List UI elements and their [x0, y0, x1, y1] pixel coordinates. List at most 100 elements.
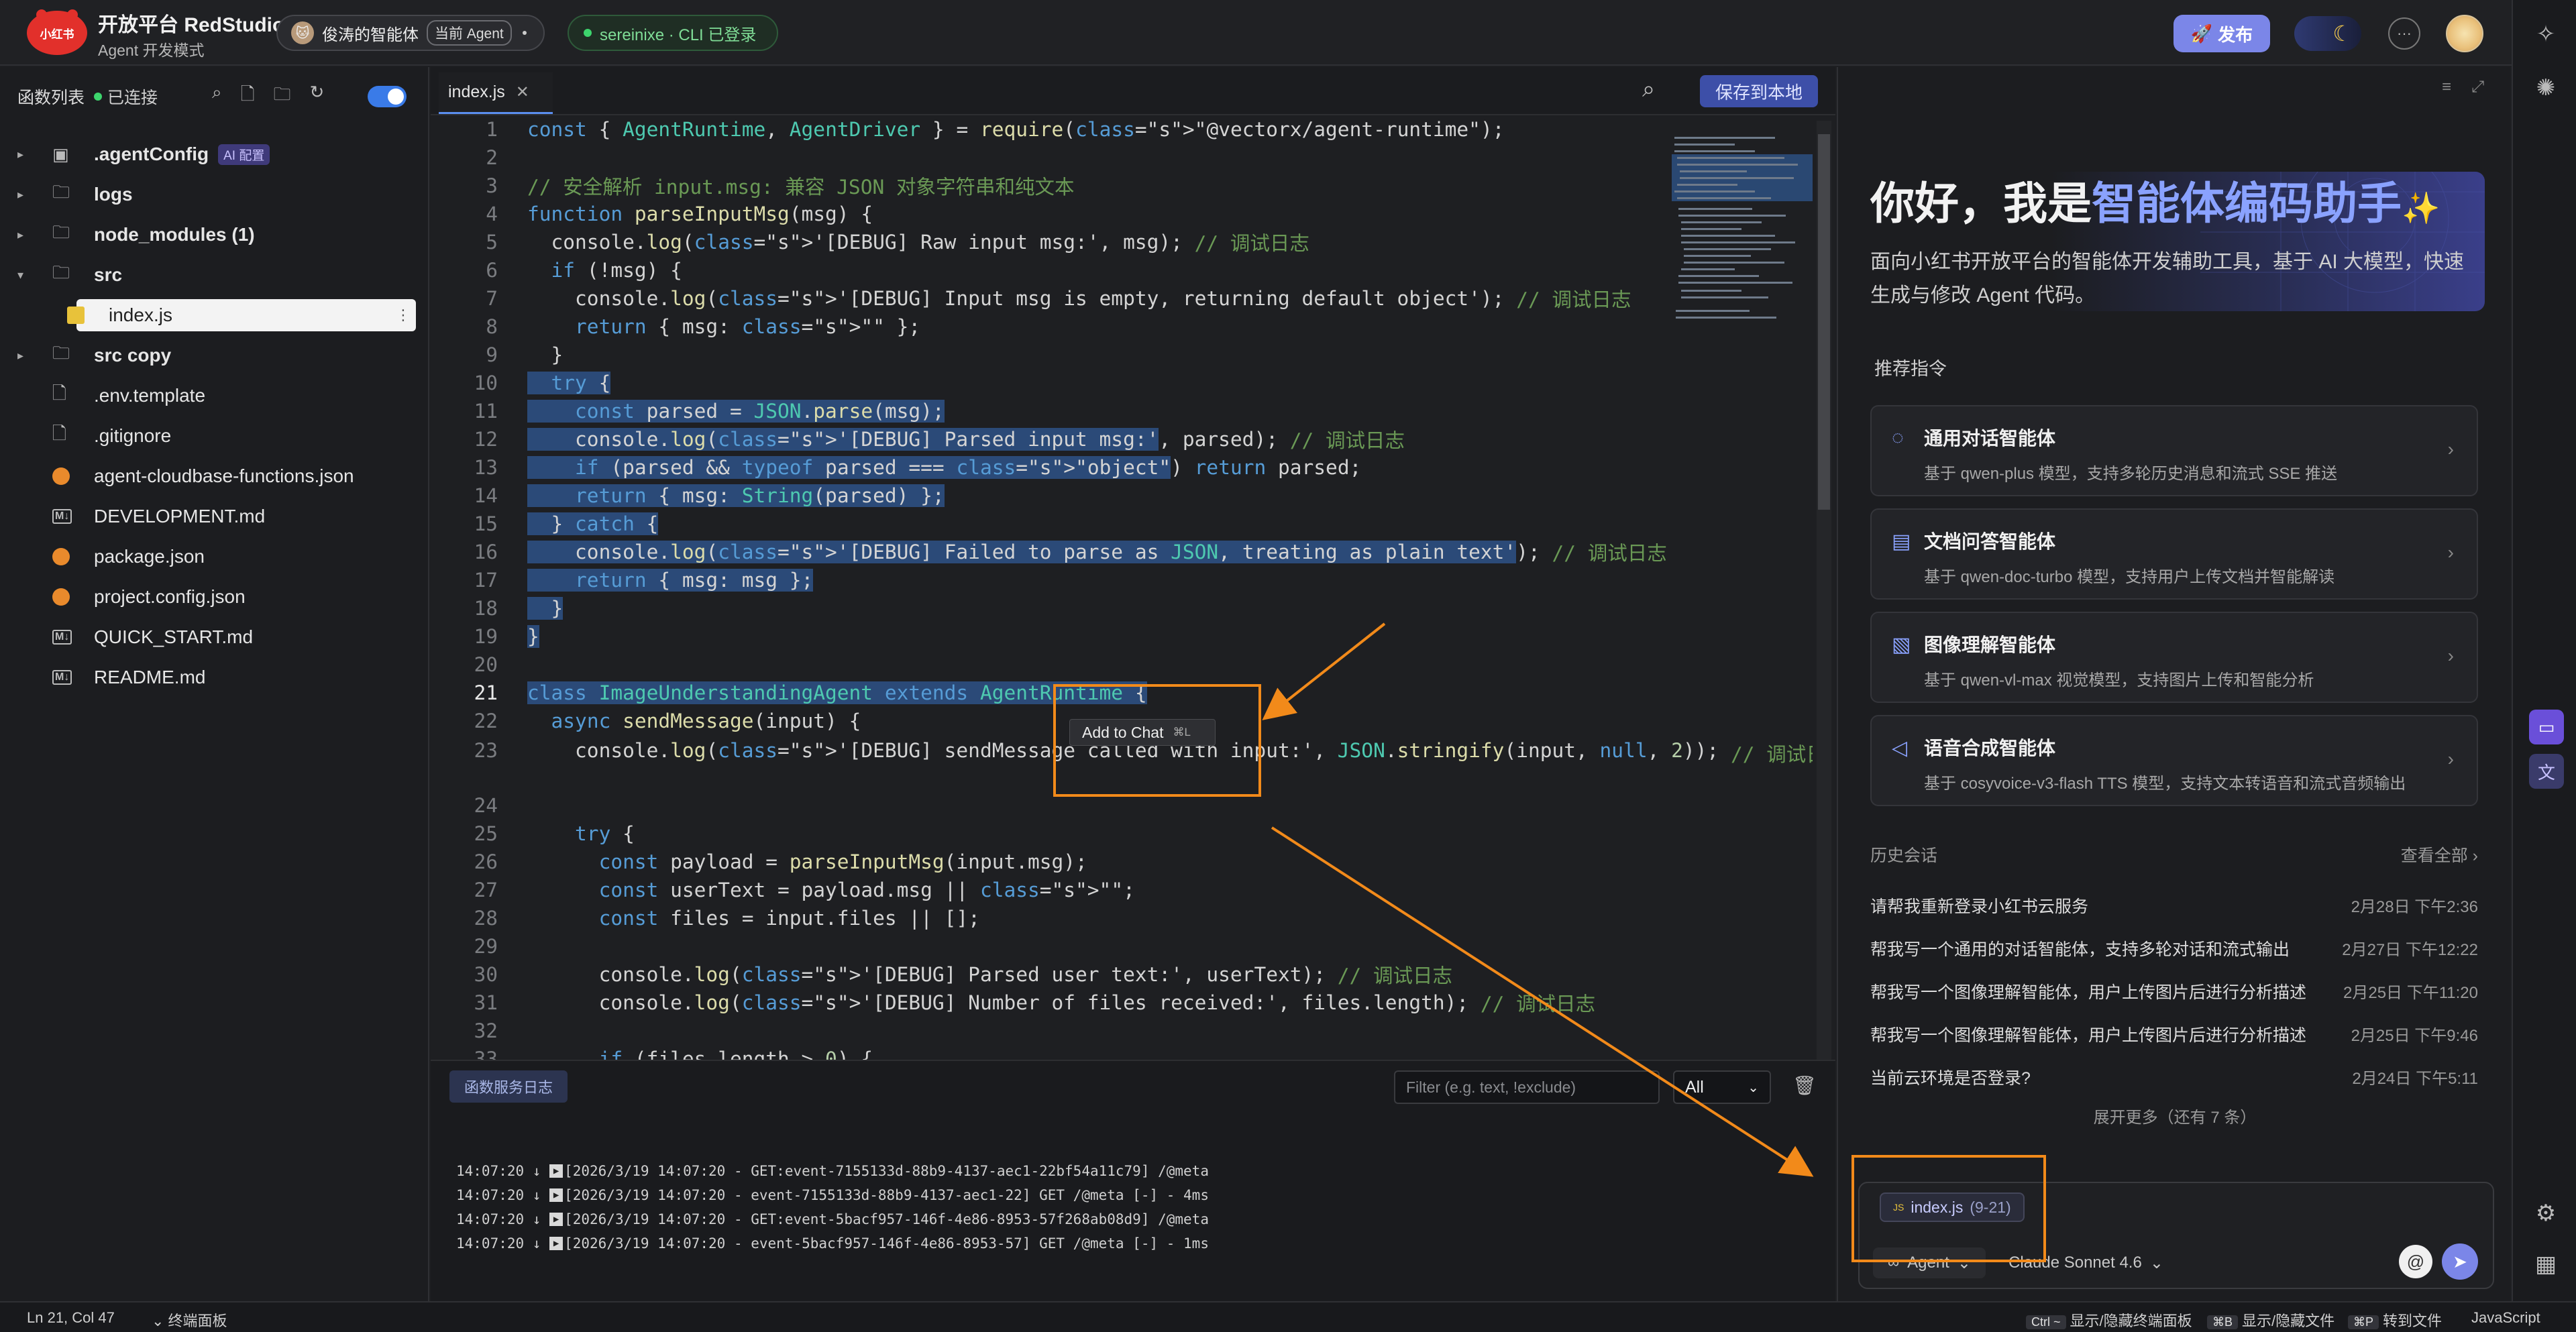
history-item[interactable]: 帮我写一个通用的对话智能体，支持多轮对话和流式输出 2月27日 下午12:22 — [1870, 936, 2478, 963]
tree-item[interactable]: M↓ README.md — [0, 657, 429, 698]
menu-icon[interactable]: ≡ — [2442, 78, 2451, 97]
code-line[interactable]: 28 const files = input.files || []; — [431, 904, 1813, 932]
chevron-down-icon[interactable]: ▾ — [17, 268, 42, 282]
tree-item[interactable]: ▸ 🗀 logs — [0, 174, 429, 215]
grid-icon[interactable]: ▦ — [2530, 1249, 2561, 1280]
code-line[interactable]: 19} — [431, 622, 1813, 651]
terminal-panel-toggle[interactable]: ⌄ 终端面板 — [152, 1309, 227, 1331]
code-line[interactable]: 16 console.log(class="s">'[DEBUG] Failed… — [431, 538, 1813, 566]
code-line[interactable]: 32 — [431, 1017, 1813, 1045]
tab-index-js[interactable]: index.js ✕ — [439, 72, 553, 114]
refresh-icon[interactable]: ↻ — [309, 82, 324, 111]
chevron-right-icon[interactable]: ▸ — [17, 349, 42, 363]
code-area[interactable]: 1 const { AgentRuntime, AgentDriver } = r… — [431, 115, 1813, 1121]
history-item[interactable]: 帮我写一个图像理解智能体，用户上传图片后进行分析描述 2月25日 下午11:20 — [1870, 979, 2478, 1006]
line-number: 5 — [486, 231, 498, 254]
save-to-local-button[interactable]: 保存到本地 — [1700, 75, 1818, 107]
tree-item[interactable]: 🗋 .env.template — [0, 376, 429, 416]
sparkle-wand-icon[interactable]: ✧ — [2530, 19, 2561, 50]
recommend-card[interactable]: ◁ 语音合成智能体 基于 cosyvoice-v3-flash TTS 模型，支… — [1870, 715, 2478, 806]
code-line[interactable]: 2 — [431, 144, 1813, 172]
recommend-card[interactable]: ◌ 通用对话智能体 基于 qwen-plus 模型，支持多轮历史消息和流式 SS… — [1870, 405, 2478, 496]
tree-item[interactable]: package.json — [0, 537, 429, 577]
theme-toggle[interactable]: ☾ — [2294, 16, 2361, 51]
code-line[interactable]: 29 — [431, 932, 1813, 960]
tree-item[interactable]: agent-cloudbase-functions.json — [0, 456, 429, 496]
agent-selector[interactable]: 🐱 俊涛的智能体 当前 Agent — [276, 15, 545, 51]
code-line[interactable]: 4 function parseInputMsg(msg) { — [431, 200, 1813, 228]
code-line[interactable]: 18 } — [431, 594, 1813, 622]
code-text: function parseInputMsg(msg) { — [527, 203, 873, 225]
code-line[interactable]: 27 const userText = payload.msg || class… — [431, 876, 1813, 904]
code-line[interactable]: 1 const { AgentRuntime, AgentDriver } = r… — [431, 115, 1813, 144]
code-line[interactable]: 8 return { msg: class="s">"" }; — [431, 313, 1813, 341]
code-line[interactable]: 26 const payload = parseInputMsg(input.m… — [431, 848, 1813, 876]
code-minimap[interactable] — [1672, 134, 1813, 376]
recommend-card[interactable]: ▤ 文档问答智能体 基于 qwen-doc-turbo 模型，支持用户上传文档并… — [1870, 508, 2478, 600]
clear-logs-icon[interactable]: 🗑 — [1792, 1074, 1817, 1097]
search-icon[interactable]: ⌕ — [212, 82, 222, 111]
code-line[interactable]: 5 console.log(class="s">'[DEBUG] Raw inp… — [431, 228, 1813, 256]
code-line[interactable]: 17 return { msg: msg }; — [431, 566, 1813, 594]
log-filter-input[interactable]: Filter (e.g. text, !exclude) — [1394, 1070, 1660, 1104]
user-avatar[interactable] — [2446, 15, 2483, 52]
send-button[interactable]: ➤ — [2442, 1243, 2478, 1280]
new-folder-icon[interactable]: 🗀 — [273, 82, 290, 111]
json-file-icon — [52, 588, 76, 606]
editor-search-icon[interactable]: ⌕ — [1642, 76, 1655, 103]
code-line[interactable]: 13 if (parsed && typeof parsed === class… — [431, 453, 1813, 482]
annotation-box-tooltip — [1053, 684, 1261, 797]
bug-icon[interactable]: ✺ — [2530, 72, 2561, 103]
history-item[interactable]: 帮我写一个图像理解智能体，用户上传图片后进行分析描述 2月25日 下午9:46 — [1870, 1022, 2478, 1049]
tree-item[interactable]: ▸ ▣ .agentConfig AI 配置 — [0, 134, 429, 174]
code-line[interactable]: 12 console.log(class="s">'[DEBUG] Parsed… — [431, 425, 1813, 453]
code-line[interactable]: 10 try { — [431, 369, 1813, 397]
code-line[interactable]: 6 if (!msg) { — [431, 256, 1813, 284]
new-file-icon[interactable]: 🗋 — [241, 82, 255, 111]
code-line[interactable]: 30 console.log(class="s">'[DEBUG] Parsed… — [431, 960, 1813, 989]
show-more-history[interactable]: 展开更多（还有 7 条） — [1838, 1104, 2512, 1127]
chat-bubble-icon[interactable]: ··· — [2388, 17, 2420, 50]
recommend-card[interactable]: ▧ 图像理解智能体 基于 qwen-vl-max 视觉模型，支持图片上传和智能分… — [1870, 612, 2478, 703]
code-line[interactable]: 14 return { msg: String(parsed) }; — [431, 482, 1813, 510]
more-options-icon[interactable]: ⋮ — [396, 307, 411, 324]
code-line[interactable]: 7 console.log(class="s">'[DEBUG] Input m… — [431, 284, 1813, 313]
history-item[interactable]: 请帮我重新登录小红书云服务 2月28日 下午2:36 — [1870, 893, 2478, 920]
tree-item[interactable]: ▾ 🗀 src — [0, 255, 429, 295]
close-icon[interactable]: ✕ — [516, 82, 529, 102]
chevron-right-icon[interactable]: ▸ — [17, 228, 42, 242]
code-line[interactable]: 25 try { — [431, 820, 1813, 848]
tree-item[interactable]: 🗋 .gitignore — [0, 416, 429, 456]
sidebar-toggle-switch[interactable] — [368, 86, 407, 107]
code-line[interactable]: 31 console.log(class="s">'[DEBUG] Number… — [431, 989, 1813, 1017]
tree-item[interactable]: ▸ 🗀 node_modules (1) — [0, 215, 429, 255]
code-line[interactable]: 15 } catch { — [431, 510, 1813, 538]
tree-item[interactable]: index.js ⋮ — [0, 295, 429, 335]
cursor-position[interactable]: Ln 21, Col 47 — [27, 1309, 115, 1327]
mention-button[interactable]: @ — [2399, 1245, 2432, 1278]
code-line[interactable]: 9 } — [431, 341, 1813, 369]
tree-item[interactable]: M↓ QUICK_START.md — [0, 617, 429, 657]
chevron-right-icon[interactable]: ▸ — [17, 188, 42, 202]
expand-icon[interactable]: ⤢ — [2471, 78, 2484, 97]
translate-rail-button[interactable]: 文 — [2529, 754, 2564, 789]
tree-item[interactable]: M↓ DEVELOPMENT.md — [0, 496, 429, 537]
editor-scrollbar[interactable] — [1817, 121, 1831, 1127]
agent-menu-dot-icon — [522, 31, 527, 35]
view-all-link[interactable]: 查看全部 › — [2401, 842, 2478, 867]
cli-status-pill[interactable]: sereinixe · CLI 已登录 — [568, 15, 778, 51]
code-line[interactable]: 11 const parsed = JSON.parse(msg); — [431, 397, 1813, 425]
language-mode[interactable]: JavaScript — [2471, 1309, 2540, 1327]
code-line[interactable]: 20 — [431, 651, 1813, 679]
publish-button[interactable]: 🚀 发布 — [2174, 15, 2270, 52]
log-level-select[interactable]: All ⌄ — [1673, 1070, 1771, 1104]
history-item[interactable]: 当前云环境是否登录? 2月24日 下午5:11 — [1870, 1065, 2478, 1092]
tab-function-logs[interactable]: 函数服务日志 — [449, 1070, 568, 1103]
code-line[interactable]: 3 // 安全解析 input.msg: 兼容 JSON 对象字符串和纯文本 — [431, 172, 1813, 200]
tree-item[interactable]: project.config.json — [0, 577, 429, 617]
tree-item[interactable]: ▸ 🗀 src copy — [0, 335, 429, 376]
gear-icon[interactable]: ⚙ — [2530, 1198, 2561, 1229]
chevron-right-icon[interactable]: ▸ — [17, 148, 42, 162]
chat-rail-button[interactable]: ▭ — [2529, 710, 2564, 744]
scrollbar-thumb[interactable] — [1818, 134, 1830, 510]
